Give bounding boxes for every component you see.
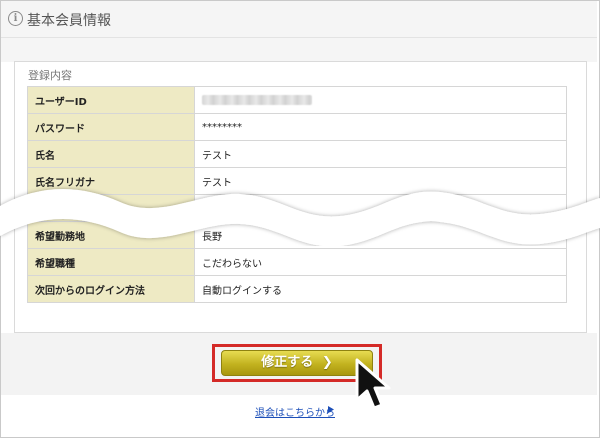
row-label-login-method: 次回からのログイン方法 [27, 275, 195, 303]
chevron-right-icon: ❯ [321, 355, 333, 370]
row-value-login-method: 自動ログインする [194, 275, 567, 303]
row-label-user-id: ユーザーID [27, 86, 195, 114]
row-value-name: テスト [194, 140, 567, 168]
table-row: ユーザーID [27, 86, 567, 114]
info-circle-icon: i [8, 11, 23, 26]
blurred-user-id [202, 94, 312, 105]
row-label-password: パスワード [27, 113, 195, 141]
mouse-pointer-icon [355, 358, 391, 410]
table-row: 氏名 テスト [27, 140, 567, 168]
row-value-password: ******** [194, 113, 567, 141]
torn-wave-divider [0, 189, 600, 246]
row-label-job-type: 希望職種 [27, 248, 195, 276]
page-title: 基本会員情報 [27, 13, 111, 29]
withdraw-link[interactable]: 退会はこちらから [255, 404, 335, 419]
row-value-job-type: こだわらない [194, 248, 567, 276]
row-label-name: 氏名 [27, 140, 195, 168]
table-row: 次回からのログイン方法 自動ログインする [27, 275, 567, 303]
row-value-user-id [194, 86, 567, 114]
table-row: 希望職種 こだわらない [27, 248, 567, 276]
header-spacer [1, 38, 597, 62]
edit-button[interactable]: 修正する ❯ [221, 350, 373, 376]
triangle-right-icon [328, 406, 334, 413]
table-row: パスワード ******** [27, 113, 567, 141]
section-label: 登録内容 [28, 69, 72, 82]
edit-button-label: 修正する [261, 355, 314, 370]
panel-header: i 基本会員情報 [1, 1, 597, 38]
